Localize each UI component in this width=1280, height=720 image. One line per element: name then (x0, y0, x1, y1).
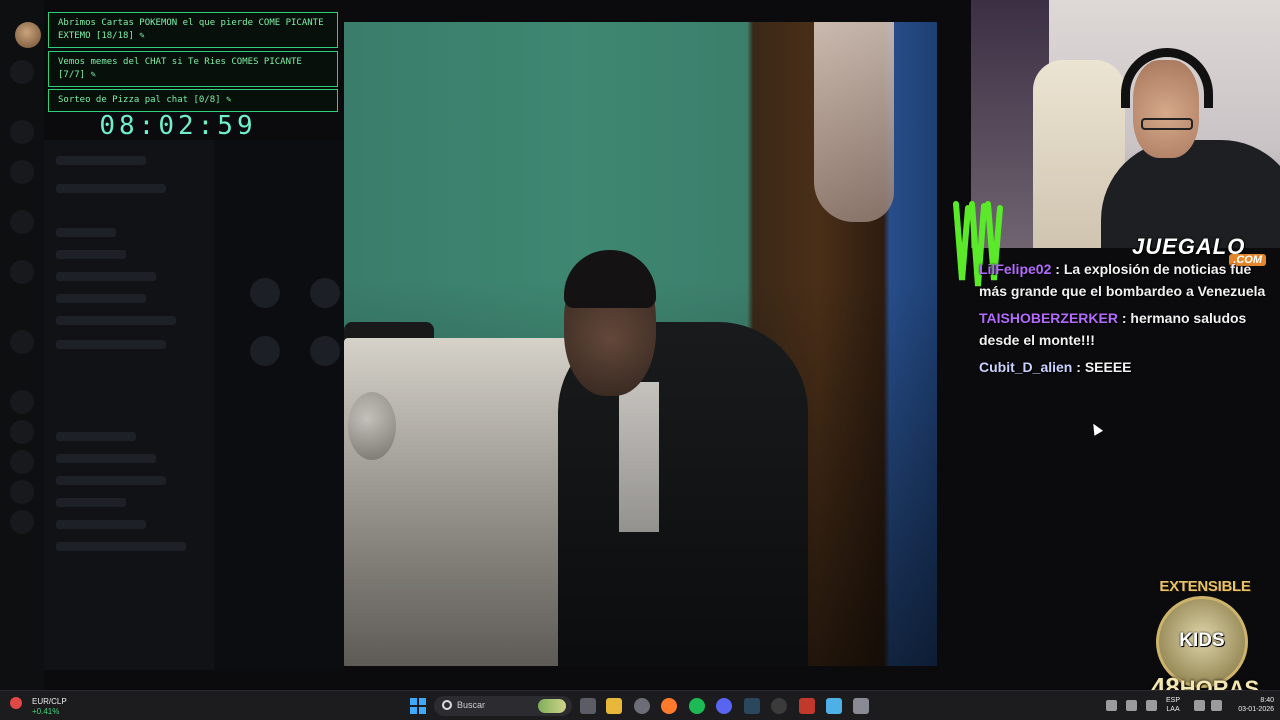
server-icon[interactable] (10, 120, 34, 144)
channel-item[interactable] (56, 340, 166, 349)
chrome-icon[interactable] (634, 698, 650, 714)
main-video (344, 22, 937, 666)
channel-item[interactable] (56, 156, 146, 165)
participant-avatar (310, 278, 340, 308)
discord-server-rail (0, 0, 44, 690)
task-card: Vemos memes del CHAT si Te Ries COMES PI… (48, 51, 338, 87)
firefox-icon[interactable] (661, 698, 677, 714)
display-icon[interactable] (1194, 700, 1205, 711)
channel-item[interactable] (56, 520, 146, 529)
chat-message: TAISHOBERZERKER : hermano saludos desde … (979, 310, 1247, 348)
clock-date: 03-01-2026 (1238, 706, 1274, 713)
snipping-icon[interactable] (853, 698, 869, 714)
search-highlight-icon (538, 699, 566, 713)
system-clock[interactable]: 8:40 03-01-2026 (1228, 696, 1274, 714)
chat-username: Cubit_D_alien (979, 359, 1073, 375)
start-button[interactable] (410, 698, 426, 714)
ticker-change: +0.41% (32, 707, 60, 716)
obs-icon[interactable] (771, 698, 787, 714)
server-icon[interactable] (10, 330, 34, 354)
windows-taskbar: EUR/CLP +0.41% Buscar ESP LAA 8:40 03-01… (0, 690, 1280, 720)
server-icon[interactable] (10, 510, 34, 534)
stream-screen: Abrimos Cartas POKEMON el que pierde COM… (0, 0, 1280, 720)
keyboard-layout: LAA (1166, 706, 1180, 713)
search-icon (442, 700, 452, 710)
participant-avatar (250, 336, 280, 366)
stream-timer: 08:02:59 (99, 111, 257, 141)
mouse-cursor-icon (1088, 421, 1104, 436)
glasses (1141, 118, 1193, 130)
chat-message: Cubit_D_alien : SEEEE (979, 359, 1132, 375)
server-icon[interactable] (10, 260, 34, 284)
streamer-body (1101, 140, 1280, 248)
server-icon[interactable] (10, 60, 34, 84)
channel-item[interactable] (56, 454, 156, 463)
channel-item[interactable] (56, 432, 136, 441)
language-code: ESP (1166, 697, 1181, 704)
server-icon[interactable] (10, 480, 34, 504)
discord-icon[interactable] (716, 698, 732, 714)
channel-item[interactable] (56, 294, 146, 303)
app-icon[interactable] (799, 698, 815, 714)
file-explorer-icon[interactable] (606, 698, 622, 714)
chat-username: LilFelipe02 (979, 261, 1052, 277)
spotify-icon[interactable] (689, 698, 705, 714)
channel-item[interactable] (56, 498, 126, 507)
streamer-avatar (15, 22, 41, 48)
channel-item[interactable] (56, 184, 166, 193)
task-view-icon[interactable] (580, 698, 596, 714)
server-icon[interactable] (10, 420, 34, 444)
headset (1121, 48, 1213, 108)
badge-title: EXTENSIBLE (1159, 578, 1251, 595)
channel-item[interactable] (56, 228, 116, 237)
notepad-icon[interactable] (826, 698, 842, 714)
participant-avatar (310, 336, 340, 366)
task-text: Sorteo de Pizza pal chat [0/8] ✎ (58, 95, 232, 105)
chat-username: TAISHOBERZERKER (979, 310, 1118, 326)
server-icon[interactable] (10, 390, 34, 414)
server-icon[interactable] (10, 210, 34, 234)
video-shade (344, 22, 937, 666)
task-text: Vemos memes del CHAT si Te Ries COMES PI… (58, 57, 302, 80)
channel-item[interactable] (56, 272, 156, 281)
language-indicator[interactable]: ESP LAA (1166, 696, 1180, 714)
channel-item[interactable] (56, 476, 166, 485)
taskbar-search[interactable]: Buscar (434, 696, 572, 716)
clock-time: 8:40 (1260, 697, 1274, 704)
participant-avatar (250, 278, 280, 308)
network-icon[interactable] (1126, 700, 1137, 711)
channel-item[interactable] (56, 250, 126, 259)
channel-item[interactable] (56, 542, 186, 551)
microphone-icon[interactable] (1146, 700, 1157, 711)
streamer-webcam (971, 0, 1280, 248)
chat-text: SEEEE (1084, 359, 1132, 375)
discord-channel-list (44, 140, 214, 670)
steam-icon[interactable] (744, 698, 760, 714)
ticker-pair: EUR/CLP (32, 697, 67, 706)
chat-message: LilFelipe02 : La explosión de noticias f… (979, 261, 1266, 299)
discord-voice-panel (214, 140, 344, 670)
extensible-badge: EXTENSIBLE KIDS 48HORAS (1140, 578, 1270, 702)
server-icon[interactable] (10, 160, 34, 184)
chevron-up-icon[interactable] (1106, 700, 1117, 711)
search-placeholder: Buscar (457, 700, 486, 710)
channel-item[interactable] (56, 316, 176, 325)
server-icon[interactable] (10, 450, 34, 474)
task-card: Sorteo de Pizza pal chat [0/8] ✎ (48, 89, 338, 112)
volume-icon[interactable] (1211, 700, 1222, 711)
task-card: Abrimos Cartas POKEMON el que pierde COM… (48, 12, 338, 48)
badge-kids: KIDS (1179, 630, 1225, 651)
currency-icon (10, 697, 22, 709)
task-text: Abrimos Cartas POKEMON el que pierde COM… (58, 18, 324, 41)
